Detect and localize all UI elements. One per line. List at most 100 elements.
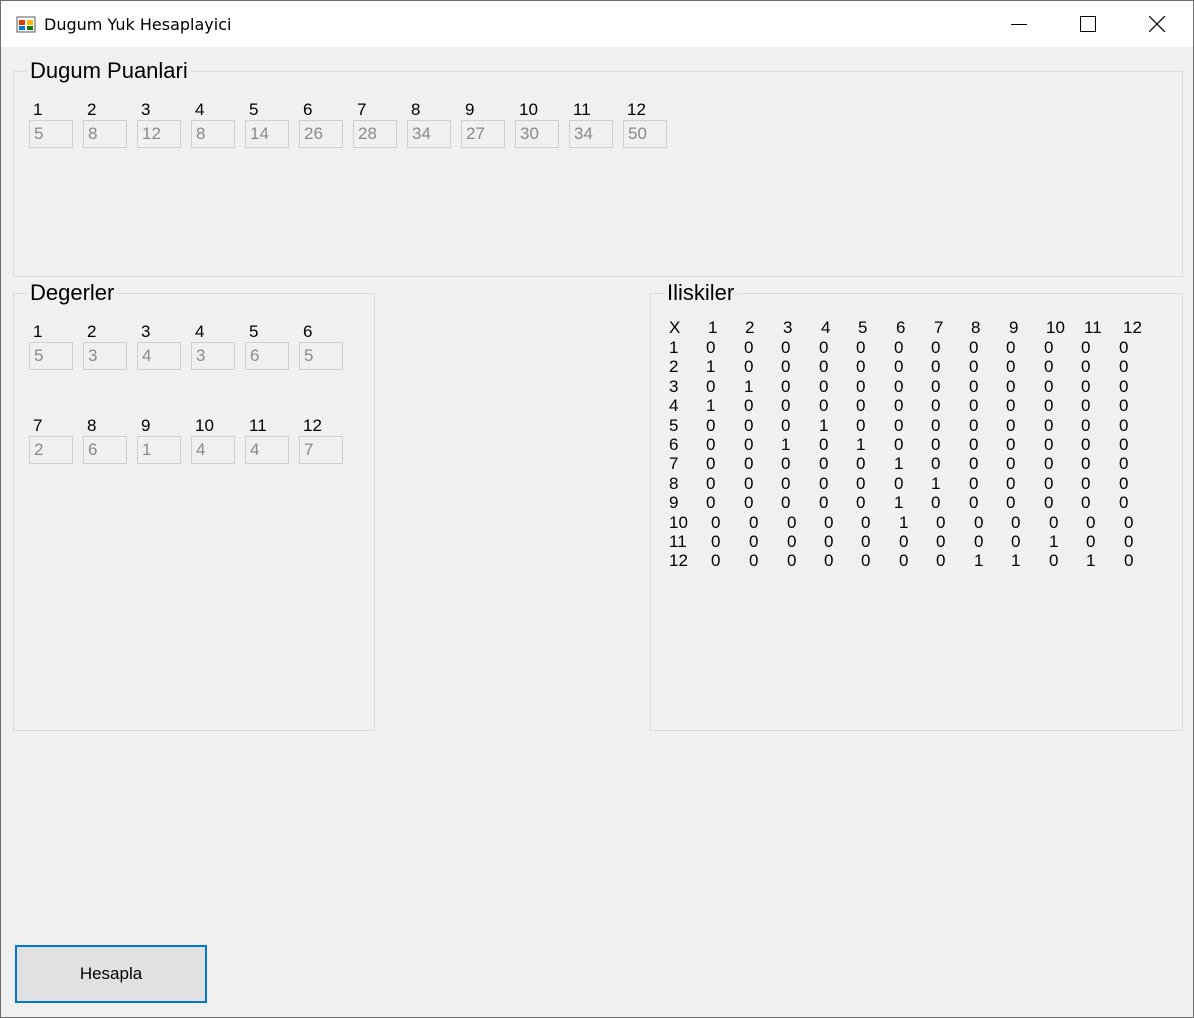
matrix-cell: 0 — [974, 512, 984, 532]
matrix-cell: 0 — [1006, 493, 1016, 513]
deger-label: 6 — [303, 322, 313, 341]
matrix-cell: 0 — [744, 338, 754, 357]
close-button[interactable] — [1123, 1, 1191, 47]
maximize-button[interactable] — [1054, 1, 1122, 47]
deger-label: 1 — [33, 322, 43, 341]
puan-field[interactable]: 27 — [461, 120, 505, 148]
puan-label: 11 — [573, 100, 591, 119]
puan-field[interactable]: 34 — [407, 120, 451, 148]
matrix-cell: 1 — [974, 551, 984, 571]
deger-field[interactable]: 5 — [299, 342, 343, 370]
matrix-cell: 1 — [1049, 532, 1059, 551]
puan-field[interactable]: 5 — [29, 120, 73, 148]
puan-label: 1 — [33, 100, 43, 119]
matrix-row-label: 12 — [669, 551, 688, 571]
window-title: Dugum Yuk Hesaplayici — [44, 15, 232, 34]
puan-label: 4 — [195, 100, 205, 119]
matrix-cell: 0 — [1081, 454, 1091, 474]
matrix-cell: 0 — [781, 338, 791, 357]
puan-field[interactable]: 14 — [245, 120, 289, 148]
title-bar: Dugum Yuk Hesaplayici — [1, 1, 1193, 47]
matrix-row-label: 7 — [669, 454, 679, 474]
matrix-cell: 0 — [744, 357, 754, 377]
matrix-cell: 0 — [1044, 473, 1054, 493]
matrix-cell: 0 — [894, 357, 904, 377]
deger-field[interactable]: 4 — [245, 436, 289, 464]
dugum-puanlari-group: Dugum Puanlari 1 5 2 8 3 12 4 8 5 14 6 26 7 28 8 34 9 27 1… — [13, 58, 1183, 277]
matrix-cell: 0 — [819, 376, 829, 396]
deger-field[interactable]: 3 — [83, 342, 127, 370]
app-icon — [16, 14, 36, 34]
puan-field[interactable]: 30 — [515, 120, 559, 148]
matrix-cell: 0 — [819, 357, 829, 377]
deger-field[interactable]: 2 — [29, 436, 73, 464]
puan-label: 6 — [303, 100, 313, 119]
puan-field[interactable]: 8 — [83, 120, 127, 148]
matrix-cell: 0 — [1006, 338, 1016, 357]
deger-label: 11 — [249, 416, 267, 435]
matrix-cell: 1 — [894, 493, 904, 513]
deger-label: 8 — [87, 416, 97, 435]
deger-field[interactable]: 4 — [191, 436, 235, 464]
deger-label: 5 — [249, 322, 259, 341]
matrix-cell: 0 — [711, 532, 721, 551]
puan-field[interactable]: 28 — [353, 120, 397, 148]
matrix-cell: 0 — [931, 338, 941, 357]
puan-field[interactable]: 34 — [569, 120, 613, 148]
matrix-cell: 0 — [819, 338, 829, 357]
matrix-cell: 0 — [1124, 551, 1134, 571]
deger-field[interactable]: 1 — [137, 436, 181, 464]
deger-field[interactable]: 7 — [299, 436, 343, 464]
matrix-cell: 0 — [706, 435, 716, 454]
puan-field[interactable]: 8 — [191, 120, 235, 148]
matrix-cell: 0 — [1006, 415, 1016, 435]
deger-label: 12 — [303, 416, 322, 435]
matrix-cell: 0 — [819, 454, 829, 474]
matrix-cell: 1 — [744, 376, 754, 396]
deger-label: 7 — [33, 416, 43, 435]
matrix-cell: 0 — [1081, 357, 1091, 377]
hesapla-button[interactable]: Hesapla — [15, 945, 207, 1003]
matrix-cell: 0 — [706, 338, 716, 357]
matrix-cell: 0 — [1006, 357, 1016, 377]
matrix-header-cell: 1 — [708, 318, 718, 337]
puan-field[interactable]: 50 — [623, 120, 667, 148]
matrix-header-cell: 8 — [971, 318, 981, 337]
matrix-header-cell: 6 — [896, 318, 906, 337]
matrix-cell: 1 — [706, 396, 716, 416]
puan-field[interactable]: 26 — [299, 120, 343, 148]
matrix-row-label: 9 — [669, 493, 679, 513]
deger-label: 10 — [195, 416, 214, 435]
matrix-header-cell: 2 — [745, 318, 755, 337]
deger-field[interactable]: 3 — [191, 342, 235, 370]
matrix-cell: 0 — [706, 376, 716, 396]
matrix-cell: 0 — [931, 435, 941, 454]
matrix-cell: 0 — [861, 532, 871, 551]
matrix-cell: 0 — [936, 532, 946, 551]
matrix-cell: 1 — [706, 357, 716, 377]
matrix-cell: 0 — [856, 357, 866, 377]
matrix-header-cell: 3 — [783, 318, 793, 337]
deger-field[interactable]: 6 — [83, 436, 127, 464]
puan-field[interactable]: 12 — [137, 120, 181, 148]
matrix-cell: 0 — [1044, 357, 1054, 377]
matrix-cell: 0 — [969, 435, 979, 454]
maximize-icon — [1080, 16, 1096, 32]
app-window: Dugum Yuk Hesaplayici Dugum Puanlari 152… — [0, 0, 1194, 1018]
matrix-row-label: 3 — [669, 376, 679, 396]
puan-label: 8 — [411, 100, 421, 119]
matrix-cell: 1 — [1011, 551, 1021, 571]
deger-field[interactable]: 6 — [245, 342, 289, 370]
matrix-cell: 0 — [1081, 376, 1091, 396]
matrix-cell: 0 — [744, 396, 754, 416]
matrix-cell: 0 — [1011, 512, 1021, 532]
minimize-button[interactable] — [985, 1, 1053, 47]
matrix-cell: 1 — [899, 512, 909, 532]
matrix-cell: 0 — [894, 473, 904, 493]
deger-field[interactable]: 5 — [29, 342, 73, 370]
deger-field[interactable]: 4 — [137, 342, 181, 370]
matrix-row-label: 2 — [669, 357, 679, 377]
matrix-cell: 0 — [744, 493, 754, 513]
matrix-cell: 0 — [749, 551, 759, 571]
matrix-row-label: 10 — [669, 512, 688, 532]
